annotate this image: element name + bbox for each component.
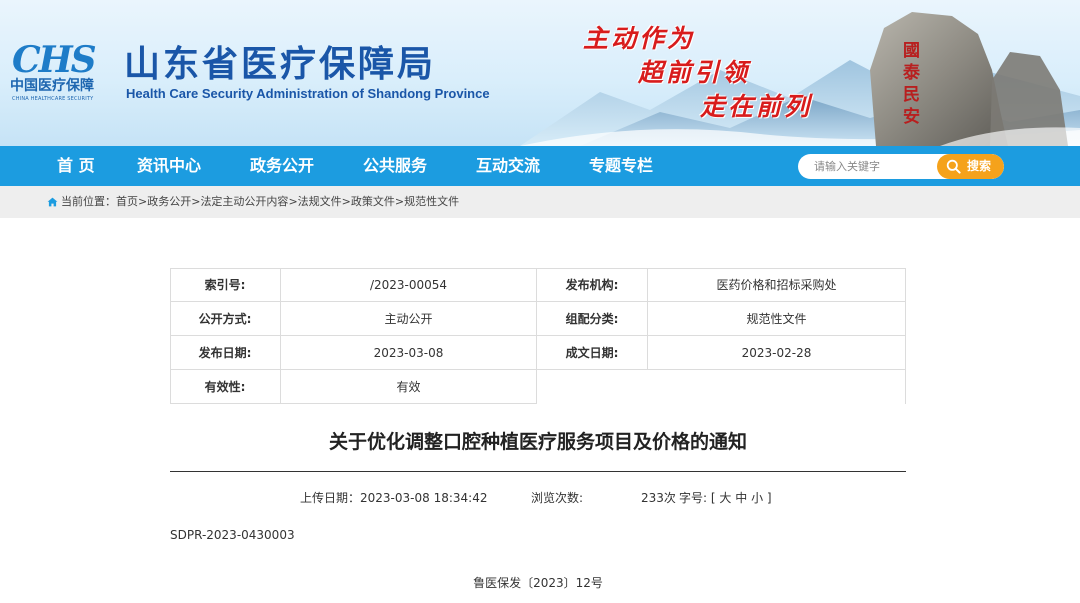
font-size-small-link[interactable]: 小 (751, 491, 763, 505)
disclosure-method-value: 主动公开 (281, 302, 537, 336)
article-title: 关于优化调整口腔种植医疗服务项目及价格的通知 (328, 431, 747, 453)
font-size-bracket-close: ] (766, 491, 772, 505)
font-size-switcher: 字号: [ 大 中 小 ] (679, 488, 772, 508)
logo-chinese-text: 中国医疗保障 (10, 78, 94, 94)
issuer-value: 医药价格和招标采购处 (648, 268, 906, 302)
breadcrumb-separator: > (138, 195, 148, 208)
category-label: 组配分类: (537, 302, 648, 336)
breadcrumb-item-normative-documents[interactable]: 规范性文件 (404, 195, 459, 208)
category-value: 规范性文件 (648, 302, 906, 336)
nav-item-news-center[interactable]: 资讯中心 (137, 146, 201, 186)
svg-text:泰: 泰 (903, 62, 921, 83)
font-size-bracket-open: [ (710, 491, 716, 505)
slogan-line-1: 主动作为 (583, 24, 696, 53)
main-nav: 首 页 资讯中心 政务公开 公共服务 互动交流 专题专栏 搜索 (0, 146, 1080, 186)
index-number-label: 索引号: (170, 268, 281, 302)
svg-text:安: 安 (903, 106, 920, 127)
document-number: 鲁医保发〔2023〕12号 (473, 576, 603, 590)
upload-date-label: 上传日期： (300, 491, 361, 505)
document-code: SDPR-2023-0430003 (170, 528, 295, 542)
validity-label: 有效性: (170, 370, 281, 404)
nav-item-public-services[interactable]: 公共服务 (363, 146, 427, 186)
publish-date-label: 发布日期: (170, 336, 281, 370)
breadcrumb-separator: > (341, 195, 351, 208)
breadcrumb-separator: > (288, 195, 298, 208)
issuer-label: 发布机构: (537, 268, 648, 302)
breadcrumb: 当前位置：首页>政务公开>法定主动公开内容>法规文件>政策文件>规范性文件 (0, 186, 1080, 218)
search-icon (946, 159, 961, 174)
home-icon (47, 197, 58, 207)
index-number-value: /2023-00054 (281, 268, 537, 302)
search-button-label: 搜索 (967, 159, 992, 173)
disclosure-method-label: 公开方式: (170, 302, 281, 336)
search-input[interactable] (798, 154, 938, 179)
nav-item-government-affairs[interactable]: 政务公开 (250, 146, 314, 186)
nav-item-home[interactable]: 首 页 (57, 146, 95, 186)
breadcrumb-trail: 当前位置：首页>政务公开>法定主动公开内容>法规文件>政策文件>规范性文件 (61, 186, 459, 218)
breadcrumb-separator: > (394, 195, 405, 208)
font-size-large-link[interactable]: 大 (719, 491, 731, 505)
upload-date: 上传日期：2023-03-08 18:34:42 (300, 488, 487, 508)
title-divider (170, 471, 906, 472)
publish-date-value: 2023-03-08 (281, 336, 537, 370)
breadcrumb-item-statutory-disclosure[interactable]: 法定主动公开内容 (200, 195, 288, 208)
breadcrumb-item-policy-documents[interactable]: 政策文件 (351, 195, 395, 208)
font-size-label: 字号: (679, 491, 708, 505)
slogan-line-2: 超前引领 (638, 58, 751, 87)
written-date-label: 成文日期: (537, 336, 648, 370)
breadcrumb-item-government-affairs[interactable]: 政务公开 (147, 195, 191, 208)
empty-cell (537, 370, 906, 404)
document-info-table: 索引号: /2023-00054 发布机构: 医药价格和招标采购处 公开方式: … (170, 268, 906, 404)
written-date-value: 2023-02-28 (648, 336, 906, 370)
view-count-value: 233次 (641, 491, 676, 505)
site-title: 山东省医疗保障局 (124, 44, 437, 85)
breadcrumb-item-regulations[interactable]: 法规文件 (298, 195, 342, 208)
breadcrumb-prefix: 当前位置： (61, 195, 116, 208)
table-edge (905, 370, 906, 404)
slogan-line-3: 走在前列 (700, 92, 813, 121)
upload-date-value: 2023-03-08 18:34:42 (360, 491, 488, 505)
svg-text:民: 民 (903, 85, 920, 105)
svg-text:國: 國 (903, 41, 920, 61)
search-button[interactable]: 搜索 (937, 154, 1004, 179)
header-banner: 國 泰 民 安 CHS 中国医疗保障 CHINA HEALTHCARE SECU… (0, 0, 1080, 146)
site-subtitle: Health Care Security Administration of S… (126, 86, 490, 101)
nav-item-special-topics[interactable]: 专题专栏 (589, 146, 653, 186)
chs-logo: CHS (12, 39, 97, 81)
validity-value: 有效 (281, 370, 537, 404)
logo-english-text: CHINA HEALTHCARE SECURITY (12, 96, 94, 102)
nav-item-interaction[interactable]: 互动交流 (476, 146, 540, 186)
search-box: 搜索 (798, 154, 1004, 179)
font-size-medium-link[interactable]: 中 (735, 491, 747, 505)
view-count-label: 浏览次数: (531, 491, 584, 505)
breadcrumb-item-home[interactable]: 首页 (116, 195, 138, 208)
